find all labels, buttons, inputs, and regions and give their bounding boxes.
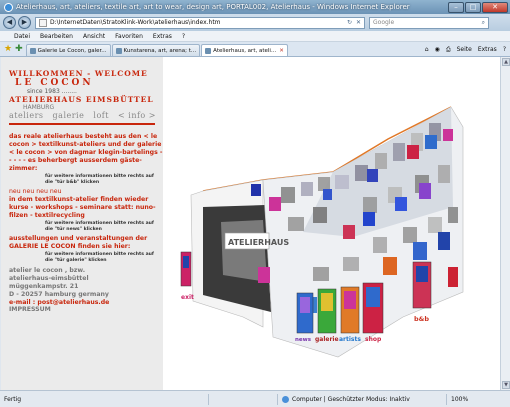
door-label-news: news bbox=[295, 337, 312, 343]
scroll-down-icon[interactable]: ▼ bbox=[502, 381, 510, 389]
add-favorite-icon[interactable]: ✚ bbox=[15, 42, 23, 56]
link-loft[interactable]: loft bbox=[93, 111, 109, 120]
since-text: since 1983 ........ bbox=[27, 88, 77, 95]
intro-paragraph: das reale atelierhaus besteht aus den < … bbox=[9, 133, 163, 172]
door-label-shop: shop bbox=[365, 336, 382, 343]
search-input[interactable]: Google ⌕ bbox=[369, 16, 489, 29]
close-tab-icon[interactable]: ✕ bbox=[279, 48, 284, 54]
atelierhaus-collage: ATELIERHAUS exit news galerie artists sh… bbox=[163, 57, 500, 390]
feeds-icon[interactable]: ◉ bbox=[435, 46, 440, 53]
email-link[interactable]: e-mail : post@atelierhaus.de bbox=[9, 299, 163, 306]
zoom-level[interactable]: 100% bbox=[451, 396, 468, 403]
refresh-stop-icons[interactable]: ↻ ✕ bbox=[347, 19, 364, 26]
tab-label: Atelierhaus, art, ateli... bbox=[213, 47, 277, 54]
computer-zone-icon bbox=[282, 395, 289, 403]
address-line-4: D - 20257 hamburg germany bbox=[9, 291, 109, 298]
status-text: Fertig bbox=[4, 395, 22, 403]
scroll-up-icon[interactable]: ▲ bbox=[502, 58, 510, 66]
exhibition-paragraph: ausstellungen und veranstaltungen der GA… bbox=[9, 235, 148, 250]
menu-bar: Datei Bearbeiten Ansicht Favoriten Extra… bbox=[0, 31, 510, 42]
door-label-exit: exit bbox=[181, 294, 194, 301]
minimize-button[interactable]: – bbox=[448, 1, 464, 13]
status-separator bbox=[446, 393, 447, 405]
menu-datei[interactable]: Datei bbox=[14, 33, 30, 40]
address-url: D:\InternetDaten\StratoKlink-Work\atelie… bbox=[50, 19, 221, 26]
link-galerie[interactable]: galerie bbox=[53, 111, 85, 120]
status-bar: Fertig Computer | Geschützter Modus: Ina… bbox=[0, 390, 510, 407]
web-page: WILLKOMMEN - WELCOME LE COCON since 1983… bbox=[1, 57, 500, 390]
hamburg-text: HAMBURG bbox=[23, 104, 55, 111]
nav-links: ateliers galerie loft < info > bbox=[9, 111, 163, 120]
door-bnb[interactable]: b&b bbox=[412, 261, 432, 323]
address-line-1: atelier le cocon , bzw. bbox=[9, 267, 86, 274]
left-panel: WILLKOMMEN - WELCOME LE COCON since 1983… bbox=[1, 57, 163, 390]
menu-favoriten[interactable]: Favoriten bbox=[115, 33, 143, 40]
door-label-galerie: galerie bbox=[315, 336, 339, 343]
page-icon bbox=[39, 18, 47, 27]
neu-line: neu neu neu neu bbox=[9, 188, 62, 195]
search-icon[interactable]: ⌕ bbox=[482, 19, 485, 27]
tabs-bar: ★ ✚ Galerie Le Cocon, galer... Kunstaren… bbox=[0, 42, 510, 57]
menu-bearbeiten[interactable]: Bearbeiten bbox=[40, 33, 73, 40]
page-menu[interactable]: Seite bbox=[457, 46, 472, 53]
favorites-star-icon[interactable]: ★ bbox=[4, 42, 12, 56]
atelierhaus-sign: ATELIERHAUS bbox=[228, 238, 289, 247]
extras-menu[interactable]: Extras bbox=[478, 46, 497, 53]
door-label-bnb: b&b bbox=[414, 315, 429, 323]
door-label-artists: artists bbox=[339, 336, 361, 343]
impressum-link[interactable]: IMPRESSUM bbox=[9, 306, 163, 313]
window-titlebar: Atelierhaus, art, ateliers, textile art,… bbox=[0, 0, 510, 14]
link-ateliers[interactable]: ateliers bbox=[9, 111, 44, 120]
status-separator bbox=[208, 393, 209, 405]
tab-favicon bbox=[115, 47, 122, 54]
tab-label: Kunstarena, art, arena; t... bbox=[123, 47, 197, 54]
note-galerie: für weitere informationen bitte rechts a… bbox=[45, 252, 154, 263]
address-line-2: atelierhaus-eimsbüttel bbox=[9, 275, 89, 282]
status-separator bbox=[277, 393, 278, 405]
forward-icon[interactable]: ▶ bbox=[18, 16, 31, 29]
back-icon[interactable]: ◀ bbox=[3, 16, 16, 29]
address-line-3: müggenkampstr. 21 bbox=[9, 283, 79, 290]
note-bnb: für weitere informationen bitte rechts a… bbox=[45, 174, 154, 185]
tab-kunstarena[interactable]: Kunstarena, art, arena; t... bbox=[111, 44, 201, 56]
vertical-scrollbar[interactable]: ▲ ▼ bbox=[500, 57, 510, 390]
print-icon[interactable]: ⎙ bbox=[446, 46, 451, 54]
divider bbox=[9, 123, 155, 125]
address-row: ◀ ▶ D:\InternetDaten\StratoKlink-Work\at… bbox=[0, 14, 510, 31]
security-zone: Computer | Geschützter Modus: Inaktiv bbox=[292, 395, 410, 403]
ie-logo-icon bbox=[4, 2, 13, 12]
command-bar: ⌂ ◉ ⎙ Seite Extras ? bbox=[419, 43, 510, 56]
welcome-heading: WILLKOMMEN - WELCOME bbox=[9, 69, 148, 78]
address-bar[interactable]: D:\InternetDaten\StratoKlink-Work\atelie… bbox=[35, 16, 365, 29]
tab-favicon bbox=[205, 47, 212, 54]
cocon-heading: LE COCON bbox=[15, 78, 94, 88]
menu-ansicht[interactable]: Ansicht bbox=[83, 33, 105, 40]
tab-favicon bbox=[29, 47, 36, 54]
note-news: für weitere informationen bitte rechts a… bbox=[45, 221, 154, 232]
menu-extras[interactable]: Extras bbox=[153, 33, 172, 40]
window-title: Atelierhaus, art, ateliers, textile art,… bbox=[16, 3, 410, 11]
atelierhaus-heading: ATELIERHAUS EIMSBÜTTEL bbox=[9, 95, 154, 104]
tab-atelierhaus[interactable]: Atelierhaus, art, ateli... ✕ bbox=[201, 44, 288, 56]
menu-help[interactable]: ? bbox=[182, 33, 185, 40]
help-icon[interactable]: ? bbox=[503, 46, 506, 53]
maximize-button[interactable]: □ bbox=[465, 1, 481, 13]
close-button[interactable]: ✕ bbox=[482, 1, 508, 13]
search-placeholder: Google bbox=[373, 19, 395, 26]
workshop-paragraph: in dem textilkunst-atelier finden wieder… bbox=[9, 196, 156, 219]
link-info[interactable]: < info > bbox=[118, 111, 156, 120]
home-icon[interactable]: ⌂ bbox=[425, 46, 429, 53]
tab-label: Galerie Le Cocon, galer... bbox=[37, 47, 107, 54]
tab-galerie[interactable]: Galerie Le Cocon, galer... bbox=[25, 44, 111, 56]
